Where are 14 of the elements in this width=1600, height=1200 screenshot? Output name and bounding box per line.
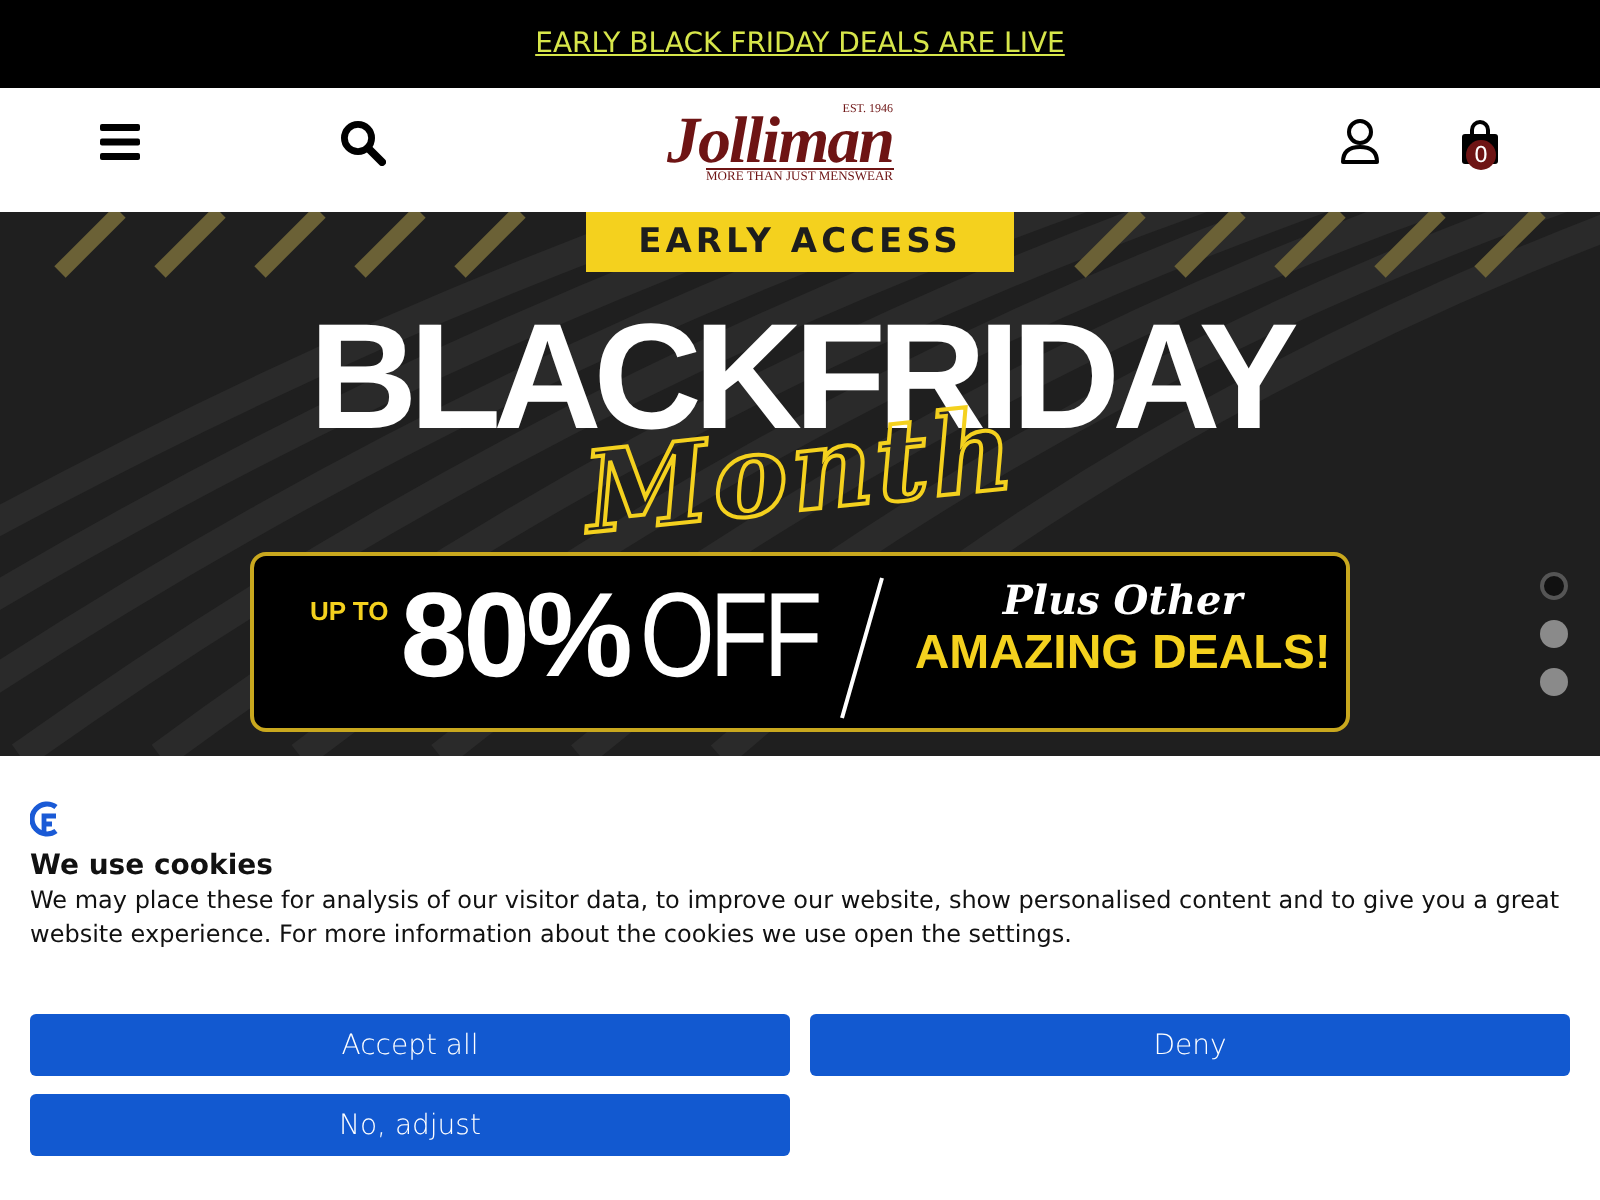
early-access-banner: EARLY ACCESS	[586, 212, 1014, 272]
cookie-button[interactable]: Deny	[810, 1014, 1570, 1076]
cookie-title: We use cookies	[30, 848, 275, 884]
promo-link[interactable]: EARLY BLACK FRIDAY DEALS ARE LIVE	[535, 28, 1065, 60]
logo-name: Jolliman	[666, 115, 894, 167]
cart-count-badge: 0	[1466, 140, 1496, 170]
cookie-text: We may place these for analysis of our visitor data, to improve our website, show personalised content and to give you a great website experience. For more information about the cookies we use open the settings.	[30, 884, 1562, 952]
cookie-button[interactable]: Accept all	[30, 1014, 790, 1076]
cookie-button[interactable]: No, adjust	[30, 1094, 790, 1156]
offer-off: OFF	[640, 576, 819, 696]
offer-prefix: UP TO	[310, 596, 389, 626]
offer-amount: 80%	[400, 576, 629, 696]
offer-extra: AMAZING DEALS!	[914, 624, 1331, 684]
offer-script-text: Plus Other	[1002, 576, 1243, 624]
